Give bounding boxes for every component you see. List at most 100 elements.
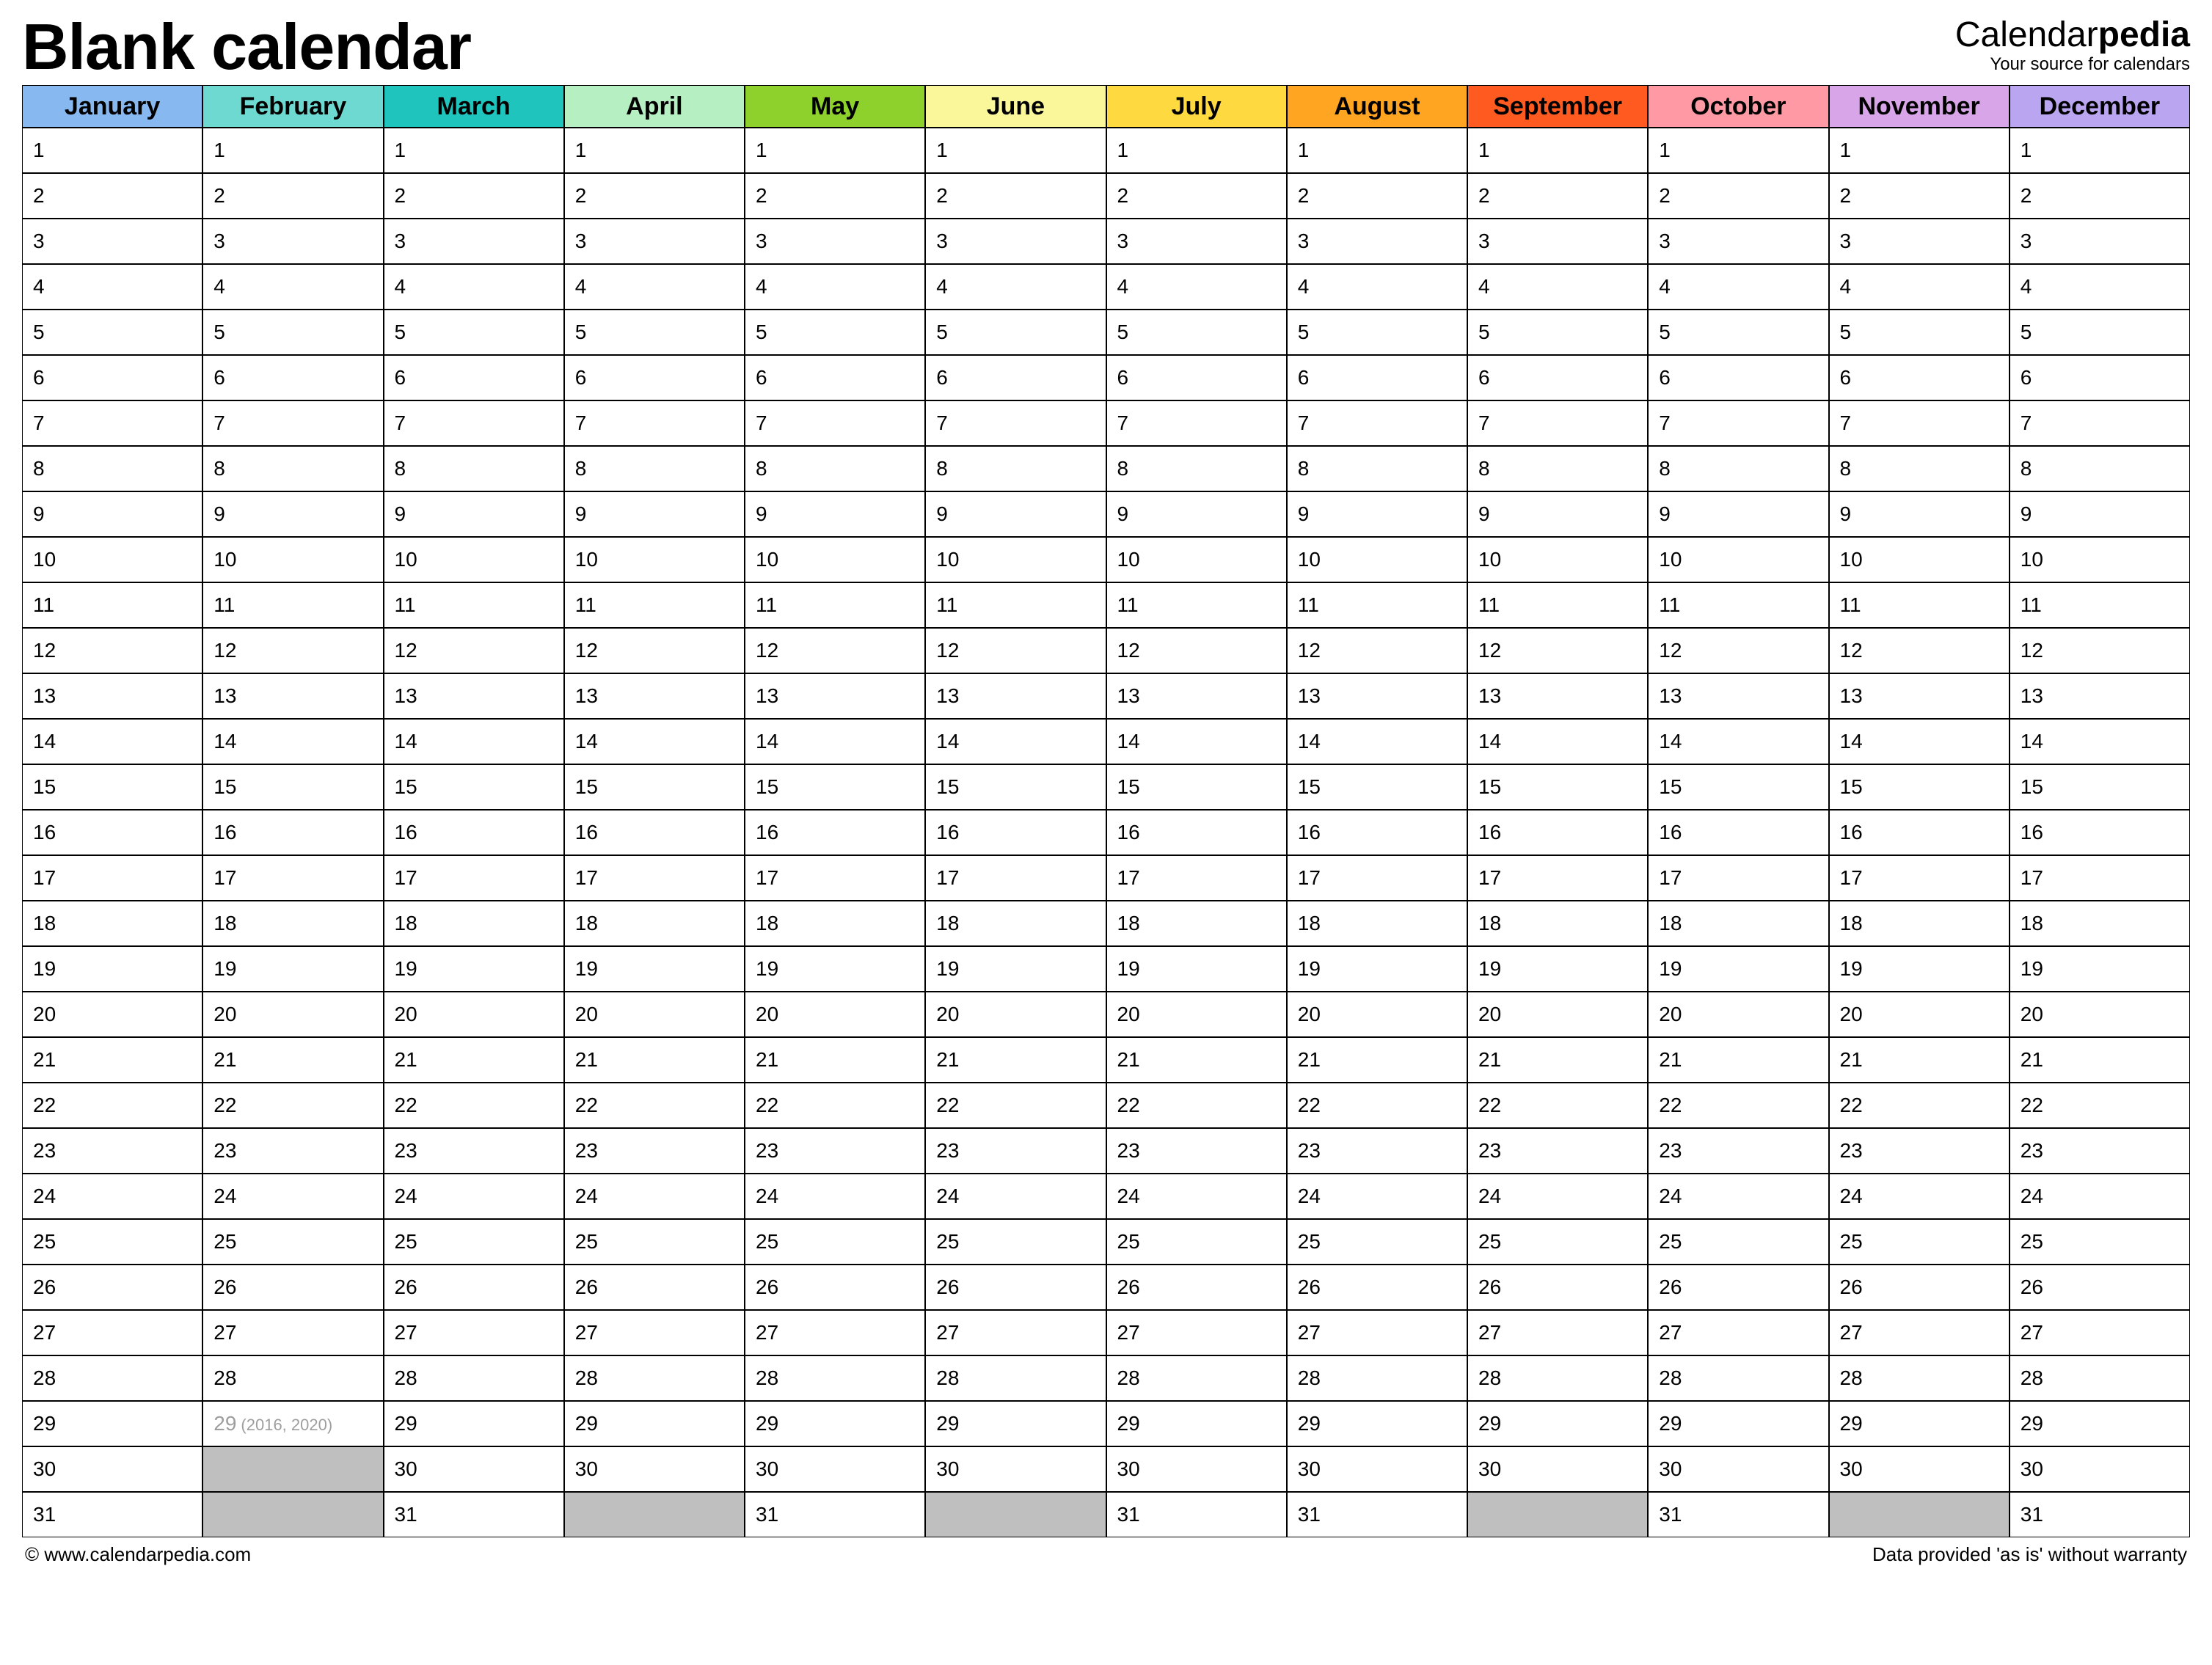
- day-cell: 1: [1648, 128, 1828, 173]
- day-cell: 14: [1287, 719, 1467, 764]
- day-row: 888888888888: [22, 446, 2190, 491]
- day-cell: 11: [1829, 582, 2010, 628]
- day-cell: 12: [564, 628, 745, 673]
- day-cell: 15: [1829, 764, 2010, 810]
- day-cell: 14: [2010, 719, 2190, 764]
- day-cell: 10: [745, 537, 925, 582]
- day-cell: 20: [1287, 992, 1467, 1037]
- day-cell: 6: [745, 355, 925, 400]
- day-cell: 1: [925, 128, 1106, 173]
- brand-name: Calendarpedia: [1955, 18, 2190, 53]
- day-cell: 8: [384, 446, 564, 491]
- day-cell: 15: [745, 764, 925, 810]
- month-header-june: June: [925, 85, 1106, 128]
- day-cell: 21: [1648, 1037, 1828, 1083]
- day-cell: 7: [1287, 400, 1467, 446]
- day-cell: 10: [202, 537, 383, 582]
- day-cell: 3: [1467, 219, 1648, 264]
- day-cell: 14: [202, 719, 383, 764]
- day-cell: 1: [384, 128, 564, 173]
- day-cell: 27: [1829, 1310, 2010, 1355]
- day-row: 191919191919191919191919: [22, 946, 2190, 992]
- day-cell: 24: [1648, 1174, 1828, 1219]
- day-cell: 9: [745, 491, 925, 537]
- day-cell: 27: [384, 1310, 564, 1355]
- day-cell: 23: [564, 1128, 745, 1174]
- day-cell: 30: [22, 1446, 202, 1492]
- day-cell: 24: [925, 1174, 1106, 1219]
- day-cell: 16: [2010, 810, 2190, 855]
- day-cell: 11: [1648, 582, 1828, 628]
- day-cell: 21: [1287, 1037, 1467, 1083]
- day-cell: 30: [2010, 1446, 2190, 1492]
- day-cell: 6: [925, 355, 1106, 400]
- day-cell: 13: [564, 673, 745, 719]
- day-cell: 18: [2010, 901, 2190, 946]
- day-cell: 5: [202, 310, 383, 355]
- day-cell: 4: [22, 264, 202, 310]
- day-row: 181818181818181818181818: [22, 901, 2190, 946]
- calendar-head: JanuaryFebruaryMarchAprilMayJuneJulyAugu…: [22, 85, 2190, 128]
- day-cell: 30: [384, 1446, 564, 1492]
- month-header-december: December: [2010, 85, 2190, 128]
- day-cell: 1: [1287, 128, 1467, 173]
- day-cell: 23: [2010, 1128, 2190, 1174]
- day-cell: 25: [384, 1219, 564, 1265]
- day-cell: 28: [925, 1355, 1106, 1401]
- day-cell: 3: [745, 219, 925, 264]
- day-cell: 18: [1648, 901, 1828, 946]
- day-cell: 2: [1287, 173, 1467, 219]
- day-cell: 28: [1287, 1355, 1467, 1401]
- day-cell: 15: [1648, 764, 1828, 810]
- day-cell: 12: [202, 628, 383, 673]
- day-cell: 19: [202, 946, 383, 992]
- day-cell: 1: [1106, 128, 1287, 173]
- day-cell: 2: [202, 173, 383, 219]
- day-row: 121212121212121212121212: [22, 628, 2190, 673]
- month-header-october: October: [1648, 85, 1828, 128]
- day-row: 161616161616161616161616: [22, 810, 2190, 855]
- day-cell: 22: [202, 1083, 383, 1128]
- day-cell: 27: [1467, 1310, 1648, 1355]
- day-cell: 11: [2010, 582, 2190, 628]
- day-cell: 24: [202, 1174, 383, 1219]
- day-row: 131313131313131313131313: [22, 673, 2190, 719]
- day-cell: 2: [1106, 173, 1287, 219]
- day-cell: 20: [925, 992, 1106, 1037]
- day-cell: 6: [1467, 355, 1648, 400]
- day-cell: 18: [1467, 901, 1648, 946]
- day-cell: 3: [925, 219, 1106, 264]
- day-cell: 26: [202, 1265, 383, 1310]
- day-cell: 13: [384, 673, 564, 719]
- day-cell: 24: [22, 1174, 202, 1219]
- brand-prefix: Calendar: [1955, 15, 2098, 54]
- day-cell: 19: [1106, 946, 1287, 992]
- day-cell: 27: [22, 1310, 202, 1355]
- day-cell: 22: [1287, 1083, 1467, 1128]
- day-cell: 9: [22, 491, 202, 537]
- day-cell: 8: [1648, 446, 1828, 491]
- day-cell: 26: [1287, 1265, 1467, 1310]
- day-cell: 3: [384, 219, 564, 264]
- day-cell: 11: [1467, 582, 1648, 628]
- day-cell: 24: [1467, 1174, 1648, 1219]
- day-cell: 25: [1829, 1219, 2010, 1265]
- day-cell: 23: [1467, 1128, 1648, 1174]
- day-cell: 28: [202, 1355, 383, 1401]
- day-cell: 10: [1648, 537, 1828, 582]
- day-cell: 4: [925, 264, 1106, 310]
- day-cell: 17: [925, 855, 1106, 901]
- day-cell: 3: [1287, 219, 1467, 264]
- day-cell: 20: [564, 992, 745, 1037]
- day-cell: 29: [1106, 1401, 1287, 1446]
- day-row: 282828282828282828282828: [22, 1355, 2190, 1401]
- day-cell: 8: [1287, 446, 1467, 491]
- day-cell: 14: [1106, 719, 1287, 764]
- day-cell: 29: [745, 1401, 925, 1446]
- header: Blank calendar Calendarpedia Your source…: [22, 15, 2190, 79]
- day-cell: 24: [564, 1174, 745, 1219]
- day-row: 31 31 31 3131 31 31: [22, 1492, 2190, 1537]
- day-cell: 8: [202, 446, 383, 491]
- day-cell: 26: [384, 1265, 564, 1310]
- day-cell: 30: [1106, 1446, 1287, 1492]
